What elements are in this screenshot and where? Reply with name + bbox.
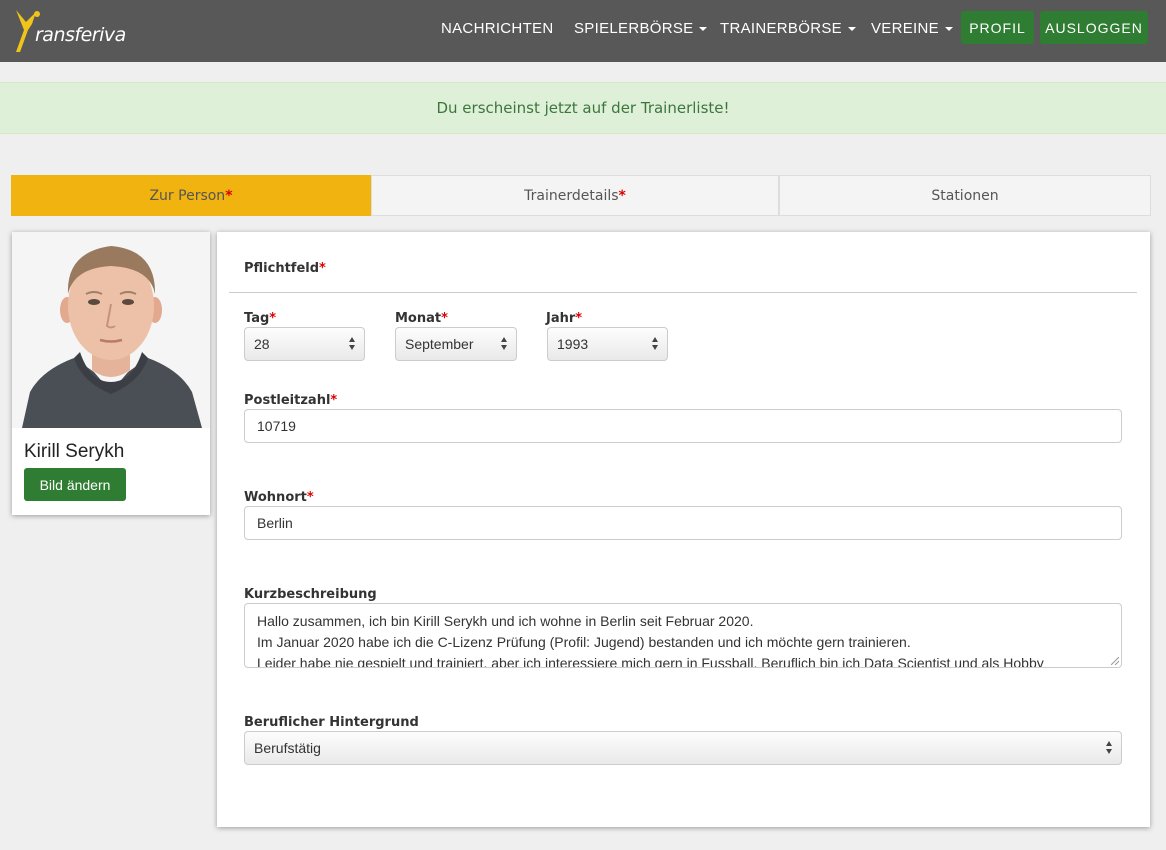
select-arrows-icon <box>652 337 660 351</box>
month-select[interactable]: September <box>395 327 517 361</box>
nav-spielerboerse-label: SPIELERBÖRSE <box>574 20 694 37</box>
month-select-value: September <box>405 336 474 352</box>
tab-stationen[interactable]: Stationen <box>779 175 1151 216</box>
resize-handle-icon[interactable] <box>1111 657 1119 665</box>
nav-trainerboerse-label: TRAINERBÖRSE <box>720 20 842 37</box>
required-mark: * <box>618 187 626 204</box>
profile-name: Kirill Serykh <box>24 441 125 462</box>
background-select-value: Berufstätig <box>254 740 321 756</box>
month-label: Monat* <box>395 311 448 326</box>
month-label-text: Monat <box>395 311 442 326</box>
postal-code-label-text: Postleitzahl <box>244 393 331 408</box>
year-label-text: Jahr <box>546 311 576 326</box>
nav-trainerboerse[interactable]: TRAINERBÖRSE <box>720 20 856 37</box>
chevron-down-icon <box>699 27 708 32</box>
chevron-down-icon <box>944 27 953 32</box>
logo-text: ransferiva <box>35 24 126 46</box>
tab-stationen-label: Stationen <box>931 187 999 204</box>
postal-code-input[interactable]: 10719 <box>244 409 1122 443</box>
profile-card: Kirill Serykh Bild ändern <box>12 232 210 515</box>
tab-trainerdetails[interactable]: Trainerdetails * <box>371 175 779 216</box>
section-title-text: Pflichtfeld <box>244 261 320 276</box>
required-mark: * <box>306 490 314 505</box>
day-select-value: 28 <box>254 336 270 352</box>
top-navbar: ransferiva NACHRICHTEN SPIELERBÖRSE TRAI… <box>0 0 1166 62</box>
year-select-value: 1993 <box>557 336 589 352</box>
required-mark: * <box>330 393 338 408</box>
success-alert: Du erscheinst jetzt auf der Trainerliste… <box>0 82 1166 134</box>
tab-trainerdetails-label: Trainerdetails <box>524 187 619 204</box>
avatar <box>12 232 210 428</box>
year-label: Jahr* <box>546 311 582 326</box>
required-mark: * <box>575 311 583 326</box>
nav-spielerboerse[interactable]: SPIELERBÖRSE <box>574 20 708 37</box>
required-mark: * <box>225 187 233 204</box>
section-divider <box>229 292 1137 293</box>
background-label: Beruflicher Hintergrund <box>244 715 419 730</box>
day-label-text: Tag <box>244 311 270 326</box>
alert-message: Du erscheinst jetzt auf der Trainerliste… <box>436 99 730 117</box>
description-line: Hallo zusammen, ich bin Kirill Serykh un… <box>257 613 754 629</box>
background-select[interactable]: Berufstätig <box>244 731 1122 765</box>
select-arrows-icon <box>1106 741 1114 755</box>
profile-photo <box>12 232 210 428</box>
day-select[interactable]: 28 <box>244 327 365 361</box>
city-input[interactable]: Berlin <box>244 506 1122 540</box>
description-label: Kurzbeschreibung <box>244 587 377 602</box>
transferiva-logo[interactable]: ransferiva <box>10 8 126 56</box>
description-line: Im Januar 2020 habe ich die C-Lizenz Prü… <box>257 634 911 650</box>
city-label: Wohnort* <box>244 490 314 505</box>
required-mark: * <box>441 311 448 326</box>
year-select[interactable]: 1993 <box>547 327 668 361</box>
personal-form: Pflichtfeld* Tag* 28 Monat* September Ja… <box>217 232 1150 827</box>
select-arrows-icon <box>349 337 357 351</box>
nav-vereine[interactable]: VEREINE <box>871 20 953 37</box>
required-mark: * <box>269 311 277 326</box>
city-label-text: Wohnort <box>244 490 307 505</box>
postal-code-label: Postleitzahl* <box>244 393 337 408</box>
profile-button[interactable]: PROFIL <box>961 11 1034 44</box>
description-textarea[interactable]: Hallo zusammen, ich bin Kirill Serykh un… <box>244 603 1122 668</box>
description-line: Leider habe nie gespielt und trainiert, … <box>257 655 1044 668</box>
nav-nachrichten[interactable]: NACHRICHTEN <box>441 20 553 37</box>
logout-button[interactable]: AUSLOGGEN <box>1040 11 1148 44</box>
change-photo-button[interactable]: Bild ändern <box>24 468 126 501</box>
required-mark: * <box>319 261 326 276</box>
day-label: Tag* <box>244 311 276 326</box>
chevron-down-icon <box>847 27 856 32</box>
tab-zur-person[interactable]: Zur Person * <box>11 175 371 216</box>
section-title: Pflichtfeld* <box>244 261 326 276</box>
nav-vereine-label: VEREINE <box>871 20 939 37</box>
select-arrows-icon <box>501 337 509 351</box>
tab-zur-person-label: Zur Person <box>149 187 226 204</box>
